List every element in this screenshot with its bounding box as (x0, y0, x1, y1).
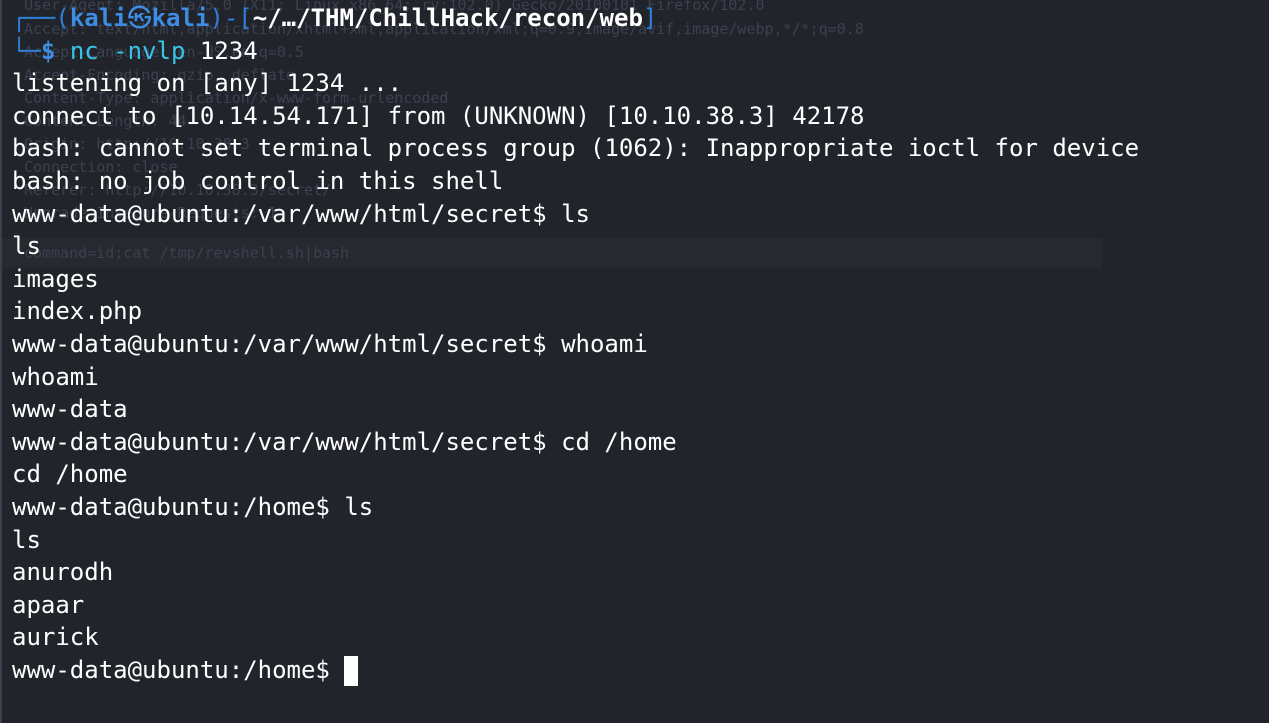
prompt-box-bottom: └─ (12, 36, 41, 65)
prompt-dollar: $ (40, 36, 56, 65)
output-line: www-data (12, 395, 128, 424)
output-line: cd /home (12, 460, 128, 489)
prompt-command-line: └─$ nc -nvlp 1234 (12, 35, 1139, 68)
output-line: bash: cannot set terminal process group … (12, 134, 1140, 163)
output-line: www-data@ubuntu:/home$ ls (12, 492, 374, 521)
output-line: www-data@ubuntu:/var/www/html/secret$ wh… (12, 329, 648, 358)
prompt-at-symbol: ㉿ (127, 4, 152, 32)
output-line: index.php (12, 297, 143, 326)
output-line: ls (12, 525, 41, 554)
output-line: images (12, 264, 99, 293)
prompt-box-top: ┌── (12, 4, 56, 32)
shell-input-line[interactable]: www-data@ubuntu:/home$ (12, 654, 1139, 687)
terminal-window[interactable]: User-Agent: Mozilla/5.0 (X11; Linux x86_… (0, 0, 1269, 723)
prompt-close-bracket: )-[ (209, 4, 253, 32)
output-line: apaar (12, 590, 85, 619)
prompt-host: kali (151, 4, 210, 32)
text-cursor (344, 655, 359, 686)
output-line: ls (12, 232, 41, 261)
shell-prompt: www-data@ubuntu:/home$ (12, 655, 345, 684)
prompt-open-paren: ( (55, 4, 70, 32)
output-line: whoami (12, 362, 99, 391)
command-port: 1234 (199, 36, 258, 65)
output-line: anurodh (12, 558, 114, 587)
output-line: bash: no job control in this shell (12, 166, 504, 195)
output-line: aurick (12, 623, 99, 652)
output-line: connect to [10.14.54.171] from (UNKNOWN)… (12, 101, 865, 130)
prompt-path: ~/…/THM/ChillHack/recon/web (252, 4, 643, 32)
output-line: listening on [any] 1234 ... (12, 69, 403, 98)
prompt-path-end: ] (642, 4, 658, 32)
prompt-user: kali (69, 4, 128, 32)
output-line: www-data@ubuntu:/var/www/html/secret$ cd… (12, 427, 677, 456)
prompt-header-line: ┌──(kali㉿kali)-[~/…/THM/ChillHack/recon/… (12, 2, 1139, 35)
output-line: www-data@ubuntu:/var/www/html/secret$ ls (12, 199, 590, 228)
command-text: nc -nvlp (69, 36, 186, 65)
terminal-output: ┌──(kali㉿kali)-[~/…/THM/ChillHack/recon/… (12, 2, 1139, 686)
